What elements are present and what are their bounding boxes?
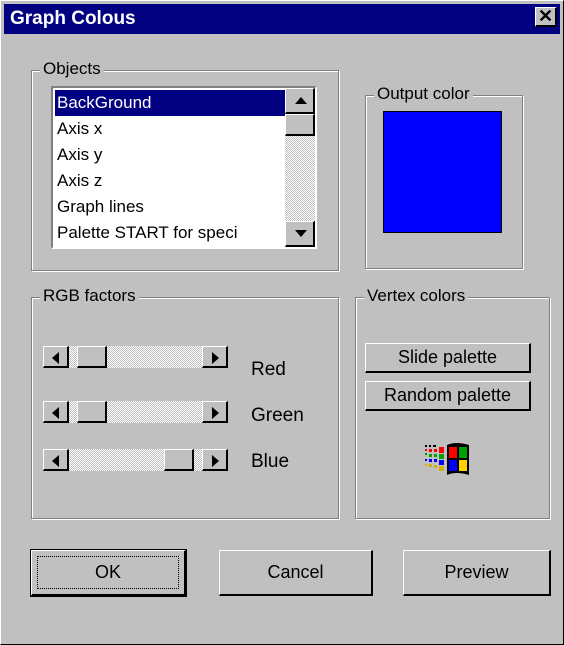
ok-button[interactable]: OK — [30, 549, 187, 597]
arrow-down-icon — [295, 230, 307, 237]
list-item[interactable]: Palette START for speci — [55, 220, 285, 246]
preview-label: Preview — [444, 562, 509, 582]
red-slider-thumb[interactable] — [77, 346, 108, 368]
objects-list: BackGround Axis x Axis y Axis z Graph li… — [55, 90, 285, 246]
windows-logo-icon — [425, 443, 469, 475]
scroll-up-button[interactable] — [285, 88, 315, 114]
cancel-button[interactable]: Cancel — [219, 550, 373, 596]
vertex-colors-label: Vertex colors — [364, 286, 469, 306]
list-item[interactable]: Graph lines — [55, 194, 285, 220]
focus-indicator — [37, 556, 179, 589]
arrow-left-icon — [52, 455, 59, 467]
green-label: Green — [251, 405, 304, 426]
objects-group-label: Objects — [40, 59, 104, 79]
green-right-button[interactable] — [202, 401, 228, 423]
red-slider[interactable] — [43, 346, 228, 368]
slide-palette-button[interactable]: Slide palette — [365, 343, 531, 373]
arrow-right-icon — [212, 352, 219, 364]
scroll-down-button[interactable] — [285, 221, 315, 247]
objects-listbox[interactable]: BackGround Axis x Axis y Axis z Graph li… — [51, 86, 317, 249]
red-label: Red — [251, 359, 286, 380]
title-bar: Graph Colous ✕ — [4, 4, 560, 34]
list-item[interactable]: Axis z — [55, 168, 285, 194]
scroll-thumb[interactable] — [285, 114, 315, 136]
green-slider[interactable] — [43, 401, 228, 423]
arrow-right-icon — [212, 407, 219, 419]
green-slider-thumb[interactable] — [77, 401, 108, 423]
dialog-window: Graph Colous ✕ Objects BackGround Axis x… — [0, 0, 564, 645]
list-item[interactable]: Axis y — [55, 142, 285, 168]
red-left-button[interactable] — [43, 346, 69, 368]
blue-left-button[interactable] — [43, 449, 69, 471]
arrow-left-icon — [52, 352, 59, 364]
output-color-label: Output color — [374, 84, 473, 104]
random-palette-button[interactable]: Random palette — [365, 381, 531, 411]
window-title: Graph Colous — [10, 8, 136, 29]
preview-button[interactable]: Preview — [403, 550, 551, 596]
list-item[interactable]: Axis x — [55, 116, 285, 142]
close-button[interactable]: ✕ — [535, 6, 557, 27]
output-color-swatch — [383, 111, 502, 233]
list-item[interactable]: BackGround — [55, 90, 285, 116]
blue-right-button[interactable] — [202, 449, 228, 471]
random-palette-label: Random palette — [383, 385, 512, 405]
objects-scrollbar[interactable] — [285, 88, 315, 247]
rgb-factors-label: RGB factors — [40, 286, 139, 306]
arrow-up-icon — [295, 97, 307, 104]
blue-slider-thumb[interactable] — [163, 449, 194, 471]
blue-label: Blue — [251, 451, 290, 472]
blue-slider[interactable] — [43, 449, 228, 471]
cancel-label: Cancel — [267, 562, 324, 582]
green-left-button[interactable] — [43, 401, 69, 423]
close-icon: ✕ — [537, 6, 554, 26]
arrow-right-icon — [212, 455, 219, 467]
arrow-left-icon — [52, 407, 59, 419]
slide-palette-label: Slide palette — [397, 347, 498, 367]
red-right-button[interactable] — [202, 346, 228, 368]
